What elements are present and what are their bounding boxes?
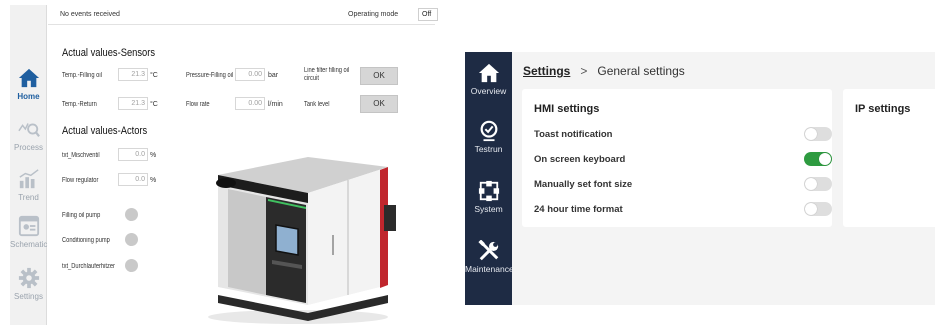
font-size-label: Manually set font size: [534, 179, 633, 190]
nav-testrun[interactable]: Testrun: [465, 120, 512, 154]
time-format-toggle[interactable]: [804, 202, 832, 216]
mixing-valve-unit: %: [150, 152, 157, 159]
right-main-content: Settings > General settings HMI settings T…: [512, 52, 940, 305]
mixing-valve-label: txt_Mischventil: [62, 152, 100, 159]
home-icon: [478, 63, 499, 83]
flow-unit: l/min: [268, 101, 283, 108]
nav-settings[interactable]: Settings: [10, 267, 47, 301]
temp-return-label: Temp.-Return: [62, 101, 97, 108]
status-bar: No events received Operating mode Off: [48, 5, 438, 25]
mixing-valve-value: 0.0: [118, 148, 148, 161]
home-icon: [18, 68, 39, 88]
pressure-label: Pressure-Filling oil: [186, 72, 234, 79]
flow-regulator-unit: %: [150, 177, 157, 184]
flow-regulator-label: Flow regulator: [62, 177, 99, 184]
toggle-knob: [819, 153, 831, 165]
sensors-title: Actual values-Sensors: [62, 47, 156, 59]
breadcrumb-current: General settings: [597, 64, 685, 78]
time-format-label: 24 hour time format: [534, 204, 623, 215]
gear-icon: [18, 267, 39, 289]
events-text: No events received: [60, 11, 120, 18]
trend-icon: [18, 169, 39, 189]
nav-process[interactable]: Process: [10, 118, 47, 152]
breadcrumb-settings-link[interactable]: Settings: [523, 64, 570, 78]
font-size-toggle[interactable]: [804, 177, 832, 191]
temp-filling-value: 21.3: [118, 68, 148, 81]
temp-return-value: 21.3: [118, 97, 148, 110]
toggle-knob: [805, 203, 817, 215]
pressure-value: 0.00: [235, 68, 265, 81]
system-icon: [478, 180, 499, 202]
toast-notification-toggle[interactable]: [804, 127, 832, 141]
modern-hmi-panel: Overview Testrun System Maintenance Sett…: [465, 52, 940, 305]
toast-notification-label: Toast notification: [534, 129, 613, 140]
nav-trend[interactable]: Trend: [10, 168, 47, 202]
schematic-icon: [18, 215, 39, 237]
flow-value: 0.00: [235, 97, 265, 110]
nav-system[interactable]: System: [465, 180, 512, 214]
filling-pump-label: Filling oil pump: [62, 212, 101, 219]
tank-level-status[interactable]: OK: [360, 95, 398, 113]
nav-overview[interactable]: Overview: [465, 62, 512, 96]
legacy-hmi-panel: Home Process Trend Schematic Settings No…: [10, 5, 438, 325]
nav-home[interactable]: Home: [10, 67, 47, 101]
process-icon: [17, 123, 40, 138]
testrun-icon: [480, 120, 497, 142]
on-screen-keyboard-label: On screen keyboard: [534, 154, 626, 165]
operating-mode-value[interactable]: Off: [418, 8, 438, 21]
toggle-knob: [805, 128, 817, 140]
nav-maintenance[interactable]: Maintenance: [465, 240, 512, 274]
conditioning-pump-indicator: [125, 233, 138, 246]
on-screen-keyboard-toggle[interactable]: [804, 152, 832, 166]
toggle-knob: [805, 178, 817, 190]
temp-return-unit: °C: [150, 101, 158, 108]
line-filter-status[interactable]: OK: [360, 67, 398, 85]
right-sidebar: Overview Testrun System Maintenance: [465, 52, 512, 305]
operating-mode-label: Operating mode: [348, 11, 399, 18]
actors-title: Actual values-Actors: [62, 125, 148, 137]
tank-level-label: Tank level: [304, 101, 330, 108]
ip-settings-card: IP settings: [843, 89, 940, 227]
ip-settings-title: IP settings: [855, 103, 911, 115]
temp-filling-unit: °C: [150, 72, 158, 79]
nav-schematic[interactable]: Schematic: [10, 215, 47, 249]
left-sidebar: Home Process Trend Schematic Settings: [10, 5, 47, 325]
hmi-settings-card: HMI settings Toast notification On scree…: [522, 89, 832, 227]
tools-icon: [477, 240, 498, 261]
flow-regulator-value: 0.0: [118, 173, 148, 186]
test-bench-illustration: [208, 157, 396, 324]
pressure-unit: bar: [268, 72, 279, 79]
temp-filling-label: Temp.-Filling oil: [62, 72, 102, 79]
heater-indicator: [125, 259, 138, 272]
breadcrumb: Settings > General settings: [523, 64, 685, 78]
heater-label: txt_Durchlauferhitzer: [62, 263, 115, 270]
left-main-content: No events received Operating mode Off Ac…: [48, 5, 438, 325]
breadcrumb-separator: >: [580, 64, 588, 78]
flow-label: Flow rate: [186, 101, 210, 108]
hmi-settings-title: HMI settings: [534, 103, 600, 115]
filling-pump-indicator: [125, 208, 138, 221]
line-filter-label: Line filter filling oil circuit: [304, 67, 350, 82]
conditioning-pump-label: Conditioning pump: [62, 237, 110, 244]
